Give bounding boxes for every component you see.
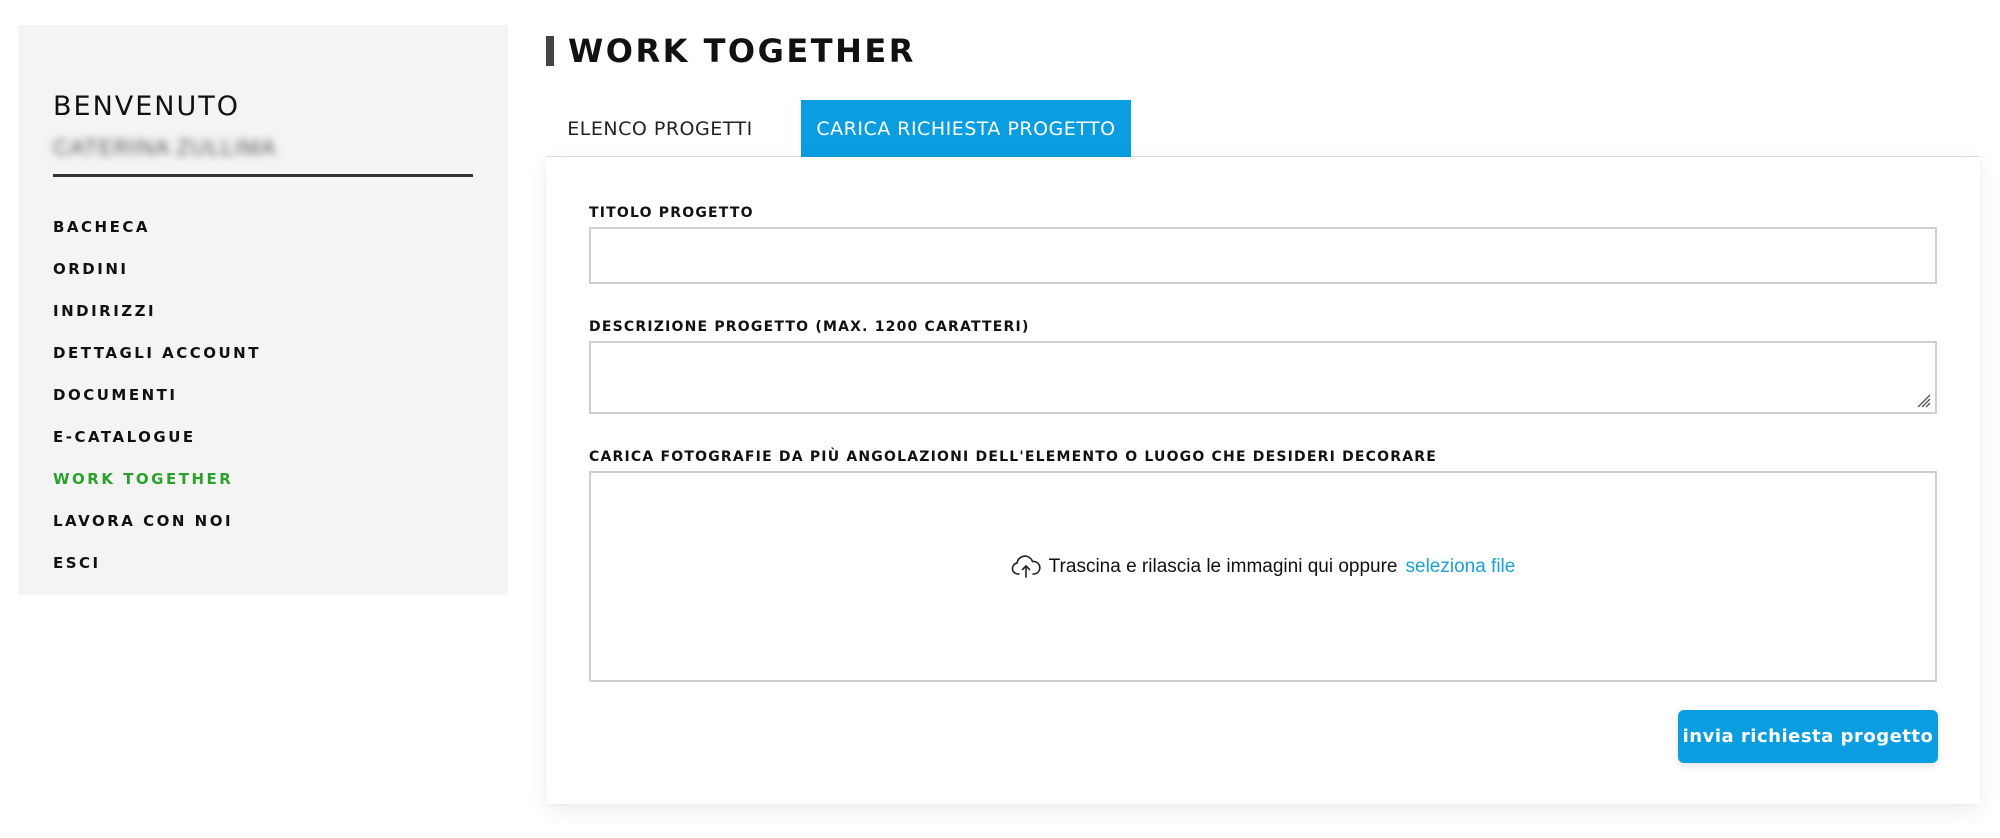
account-nav: BACHECA ORDINI INDIRIZZI DETTAGLI ACCOUN… (53, 217, 473, 595)
nav-item-e-catalogue[interactable]: E-CATALOGUE (53, 427, 473, 469)
page-title: WORK TOGETHER (546, 34, 916, 68)
page-title-text: WORK TOGETHER (568, 32, 916, 70)
project-description-textarea[interactable] (589, 341, 1937, 414)
nav-item-esci[interactable]: ESCI (53, 553, 473, 595)
nav-item-lavora-con-noi[interactable]: LAVORA CON NOI (53, 511, 473, 553)
project-title-input[interactable] (589, 227, 1937, 284)
nav-item-ordini[interactable]: ORDINI (53, 259, 473, 301)
nav-item-bacheca[interactable]: BACHECA (53, 217, 473, 259)
nav-item-work-together[interactable]: WORK TOGETHER (53, 469, 473, 511)
nav-item-documenti[interactable]: DOCUMENTI (53, 385, 473, 427)
account-sidebar: BENVENUTO CATERINA ZULLIMA BACHECA ORDIN… (18, 25, 508, 595)
username: CATERINA ZULLIMA (53, 135, 323, 160)
username-text: CATERINA ZULLIMA (53, 135, 277, 160)
tab-carica-richiesta-progetto[interactable]: CARICA RICHIESTA PROGETTO (801, 100, 1131, 157)
select-file-link[interactable]: seleziona file (1406, 556, 1516, 578)
dropzone-message: Trascina e rilascia le immagini qui oppu… (1011, 554, 1516, 579)
tab-elenco-progetti[interactable]: ELENCO PROGETTI (546, 100, 774, 157)
nav-item-dettagli-account[interactable]: DETTAGLI ACCOUNT (53, 343, 473, 385)
photo-dropzone[interactable]: Trascina e rilascia le immagini qui oppu… (589, 471, 1937, 682)
description-field-label: DESCRIZIONE PROGETTO (MAX. 1200 CARATTER… (589, 319, 1030, 335)
cloud-upload-icon (1011, 554, 1041, 578)
nav-item-indirizzi[interactable]: INDIRIZZI (53, 301, 473, 343)
tab-bar: ELENCO PROGETTI CARICA RICHIESTA PROGETT… (546, 100, 1980, 157)
submit-project-request-button[interactable]: invia richiesta progetto (1678, 710, 1938, 763)
photos-field-label: CARICA FOTOGRAFIE DA PIÙ ANGOLAZIONI DEL… (589, 449, 1438, 465)
title-field-label: TITOLO PROGETTO (589, 205, 754, 221)
dropzone-text: Trascina e rilascia le immagini qui oppu… (1048, 555, 1398, 577)
welcome-heading: BENVENUTO (53, 91, 241, 122)
sidebar-divider (53, 174, 473, 177)
project-request-form: TITOLO PROGETTO DESCRIZIONE PROGETTO (MA… (546, 157, 1980, 804)
title-accent-bar (546, 36, 554, 66)
main-content: WORK TOGETHER ELENCO PROGETTI CARICA RIC… (546, 0, 1980, 838)
resize-handle-icon[interactable] (1915, 392, 1931, 408)
